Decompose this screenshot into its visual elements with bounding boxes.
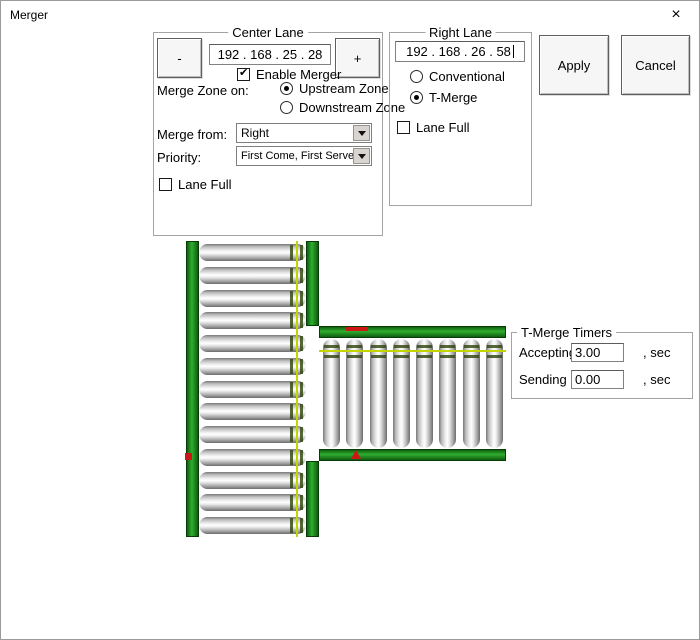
- priority-label: Priority:: [157, 150, 202, 165]
- merger-dialog: Merger × Center Lane - 192 . 168 . 25 . …: [0, 0, 700, 640]
- right-lane-ip-value: 192 . 168 . 26 . 58: [406, 44, 511, 59]
- tmerge-label: T-Merge: [429, 90, 478, 105]
- sending-timer-row: Sending 0.00 , sec: [519, 370, 670, 389]
- conveyor-roller: [199, 494, 306, 512]
- merge-from-label: Merge from:: [157, 127, 228, 142]
- apply-button[interactable]: Apply: [539, 35, 609, 95]
- downstream-zone-radio-row[interactable]: Downstream Zone: [280, 100, 405, 115]
- center-lane-full-checkbox[interactable]: [159, 178, 172, 191]
- accepting-unit: , sec: [643, 345, 671, 360]
- tmerge-radio-row[interactable]: T-Merge: [410, 90, 477, 105]
- right-lane-full-checkbox-row[interactable]: Lane Full: [397, 120, 469, 135]
- enable-merger-checkbox[interactable]: [237, 67, 250, 81]
- conveyor-roller: [323, 339, 340, 448]
- conveyor-roller: [199, 289, 306, 307]
- vertical-sensor-line: [296, 241, 298, 537]
- conveyor-roller: [199, 335, 306, 352]
- tmerge-radio[interactable]: [410, 91, 423, 104]
- accepting-label: Accepting: [519, 345, 577, 360]
- accepting-timer-row: Accepting 3.00 , sec: [519, 343, 670, 362]
- conveyor-roller: [392, 339, 410, 448]
- upstream-zone-radio[interactable]: [280, 82, 293, 95]
- merge-from-dropdown[interactable]: Right: [236, 123, 372, 143]
- cancel-button[interactable]: Cancel: [621, 35, 690, 95]
- conveyor-roller: [199, 448, 306, 466]
- vertical-lane-left-rail: [186, 241, 199, 537]
- horizontal-lane-rollers: [323, 339, 503, 448]
- accepting-input[interactable]: 3.00: [571, 343, 624, 362]
- conventional-label: Conventional: [429, 69, 505, 84]
- conveyor-roller: [199, 357, 306, 375]
- red-marker-top-rail: [346, 327, 368, 331]
- center-lane-group-title: Center Lane: [228, 25, 308, 40]
- conveyor-roller: [485, 339, 503, 448]
- enable-merger-checkbox-row[interactable]: Enable Merger: [237, 67, 341, 82]
- right-lane-full-label: Lane Full: [416, 120, 470, 135]
- sending-input[interactable]: 0.00: [571, 370, 624, 389]
- title-bar[interactable]: Merger ×: [1, 1, 699, 29]
- conveyor-roller: [439, 339, 457, 448]
- increment-button[interactable]: +: [335, 38, 380, 78]
- right-lane-full-checkbox[interactable]: [397, 121, 410, 134]
- decrement-button[interactable]: -: [157, 38, 202, 78]
- conveyor-roller: [199, 244, 306, 261]
- tmerge-timers-group: T-Merge Timers Accepting 3.00 , sec Send…: [511, 325, 693, 399]
- right-lane-ip-field[interactable]: 192 . 168 . 26 . 58: [395, 41, 525, 62]
- tmerge-timers-title: T-Merge Timers: [517, 325, 617, 340]
- conventional-radio[interactable]: [410, 70, 423, 83]
- window-title: Merger: [10, 8, 49, 22]
- conveyor-roller: [199, 266, 306, 284]
- priority-dropdown[interactable]: First Come, First Served: [236, 146, 372, 166]
- red-marker-left-rail: [185, 453, 192, 460]
- center-lane-full-label: Lane Full: [178, 177, 232, 192]
- conveyor-roller: [369, 339, 387, 448]
- sending-label: Sending: [519, 372, 567, 387]
- right-lane-group-title: Right Lane: [425, 25, 496, 40]
- sending-unit: , sec: [643, 372, 671, 387]
- conveyor-roller: [199, 312, 306, 330]
- center-lane-ip-field[interactable]: 192 . 168 . 25 . 28: [209, 44, 331, 65]
- enable-merger-label: Enable Merger: [256, 67, 342, 82]
- horizontal-sensor-line: [319, 350, 506, 352]
- downstream-zone-radio[interactable]: [280, 101, 293, 114]
- conventional-radio-row[interactable]: Conventional: [410, 69, 505, 84]
- conveyor-roller: [199, 517, 306, 534]
- priority-value: First Come, First Served: [241, 150, 361, 162]
- conveyor-roller: [199, 426, 306, 443]
- vertical-lane-right-rail-upper: [306, 241, 319, 326]
- conveyor-roller: [462, 339, 480, 448]
- chevron-down-icon[interactable]: [353, 125, 370, 141]
- chevron-down-icon[interactable]: [353, 148, 370, 164]
- conveyor-roller: [346, 339, 364, 448]
- horizontal-lane-bottom-rail: [319, 449, 506, 461]
- upstream-zone-radio-row[interactable]: Upstream Zone: [280, 81, 389, 96]
- vertical-lane-right-rail-lower: [306, 461, 319, 537]
- merge-zone-label: Merge Zone on:: [157, 83, 249, 98]
- upstream-zone-label: Upstream Zone: [299, 81, 389, 96]
- close-icon[interactable]: ×: [653, 1, 699, 29]
- conveyor-roller: [416, 339, 434, 448]
- center-lane-full-checkbox-row[interactable]: Lane Full: [159, 177, 231, 192]
- conveyor-roller: [199, 471, 306, 489]
- text-cursor: [512, 45, 514, 58]
- conveyor-roller: [199, 403, 306, 421]
- vertical-lane-rollers: [199, 244, 306, 534]
- red-marker-bottom-rail: [351, 450, 361, 459]
- merge-from-value: Right: [241, 126, 270, 140]
- conveyor-roller: [199, 380, 306, 398]
